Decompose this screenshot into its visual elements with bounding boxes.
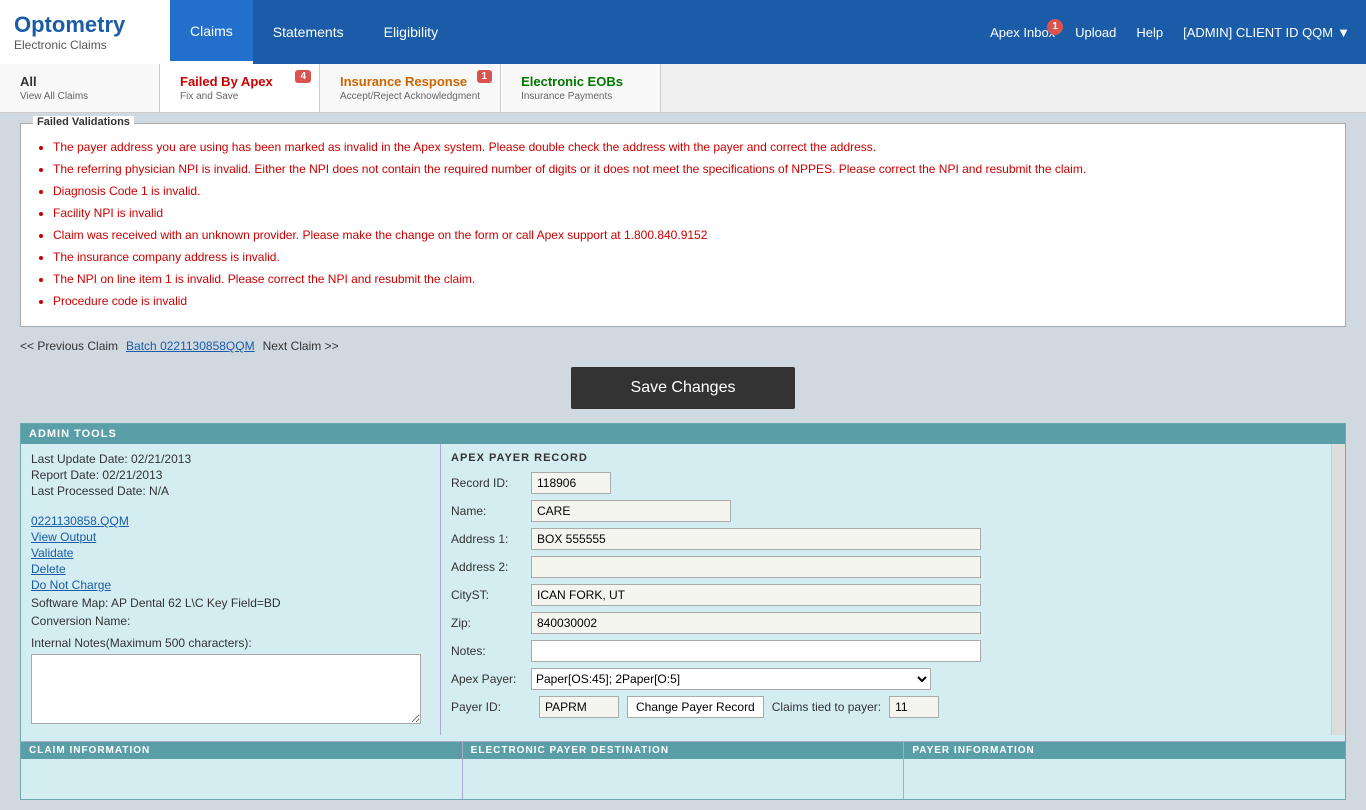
- list-item: Claim was received with an unknown provi…: [53, 226, 1333, 244]
- admin-nav[interactable]: [ADMIN] CLIENT ID QQM ▼: [1183, 25, 1350, 40]
- main-content: Failed Validations The payer address you…: [0, 113, 1366, 810]
- notes-label: Notes:: [451, 644, 531, 658]
- zip-row: Zip:: [451, 612, 1321, 634]
- address1-row: Address 1:: [451, 528, 1321, 550]
- nav-claims[interactable]: Claims: [170, 0, 253, 64]
- tab-failed[interactable]: Failed By Apex Fix and Save 4: [160, 64, 320, 112]
- tabs: All View All Claims Failed By Apex Fix a…: [0, 64, 1366, 113]
- list-item: Procedure code is invalid: [53, 292, 1333, 310]
- insurance-badge: 1: [477, 70, 493, 83]
- list-item: The payer address you are using has been…: [53, 138, 1333, 156]
- address2-row: Address 2:: [451, 556, 1321, 578]
- apex-payer-label: Apex Payer:: [451, 672, 531, 686]
- payer-info-header: PAYER INFORMATION: [904, 742, 1345, 759]
- electronic-payer-content: [463, 759, 904, 799]
- claim-info-content: [21, 759, 462, 799]
- list-item: Facility NPI is invalid: [53, 204, 1333, 222]
- list-item: The referring physician NPI is invalid. …: [53, 160, 1333, 178]
- zip-label: Zip:: [451, 616, 531, 630]
- name-input[interactable]: [531, 500, 731, 522]
- apex-payer-header: APEX PAYER RECORD: [451, 452, 1321, 464]
- address1-input[interactable]: [531, 528, 981, 550]
- logo: Optometry Electronic Claims: [0, 0, 170, 64]
- logo-title: Optometry: [14, 12, 156, 38]
- batch-link[interactable]: Batch 0221130858QQM: [126, 339, 255, 353]
- nav-eligibility[interactable]: Eligibility: [364, 0, 458, 64]
- report-date: Report Date: 02/21/2013: [31, 468, 430, 482]
- bottom-panels: CLAIM INFORMATION ELECTRONIC PAYER DESTI…: [21, 741, 1345, 799]
- validations-box: Failed Validations The payer address you…: [20, 123, 1346, 327]
- next-claim[interactable]: Next Claim >>: [263, 339, 339, 353]
- admin-link-output[interactable]: View Output: [31, 530, 430, 544]
- conversion-name: Conversion Name:: [31, 614, 430, 628]
- cityst-row: CityST:: [451, 584, 1321, 606]
- payer-id-row: Payer ID: Change Payer Record Claims tie…: [451, 696, 1321, 718]
- claims-tied-input: [889, 696, 939, 718]
- payer-id-input[interactable]: [539, 696, 619, 718]
- admin-tools-header: ADMIN TOOLS: [21, 424, 1345, 444]
- payer-id-label: Payer ID:: [451, 700, 531, 714]
- list-item: The insurance company address is invalid…: [53, 248, 1333, 266]
- notes-input[interactable]: [531, 640, 981, 662]
- record-id-row: Record ID:: [451, 472, 1321, 494]
- scrollbar[interactable]: [1331, 444, 1345, 735]
- cityst-input[interactable]: [531, 584, 981, 606]
- claim-navigation: << Previous Claim Batch 0221130858QQM Ne…: [20, 339, 1346, 353]
- apex-payer-row: Apex Payer: Paper[OS:45]; 2Paper[O:5]: [451, 668, 1321, 690]
- logo-sub: Electronic Claims: [14, 38, 156, 52]
- name-label: Name:: [451, 504, 531, 518]
- tab-all[interactable]: All View All Claims: [0, 64, 160, 112]
- admin-body: Last Update Date: 02/21/2013 Report Date…: [21, 444, 1345, 735]
- change-payer-button[interactable]: Change Payer Record: [627, 696, 764, 718]
- list-item: The NPI on line item 1 is invalid. Pleas…: [53, 270, 1333, 288]
- internal-notes-label: Internal Notes(Maximum 500 characters):: [31, 636, 430, 650]
- failed-badge: 4: [295, 70, 311, 83]
- validations-list: The payer address you are using has been…: [33, 138, 1333, 310]
- zip-input[interactable]: [531, 612, 981, 634]
- electronic-payer-panel: ELECTRONIC PAYER DESTINATION: [462, 742, 904, 799]
- admin-link-donotcharge[interactable]: Do Not Charge: [31, 578, 430, 592]
- claim-info-panel: CLAIM INFORMATION: [21, 742, 462, 799]
- claim-info-header: CLAIM INFORMATION: [21, 742, 462, 759]
- nav-area: Claims Statements Eligibility Apex Inbox…: [170, 0, 1366, 64]
- electronic-payer-header: ELECTRONIC PAYER DESTINATION: [463, 742, 904, 759]
- save-btn-wrapper: Save Changes: [20, 367, 1346, 409]
- address2-label: Address 2:: [451, 560, 531, 574]
- apex-payer-panel: APEX PAYER RECORD Record ID: Name: Addre…: [441, 444, 1331, 735]
- internal-notes-textarea[interactable]: [31, 654, 421, 724]
- payer-info-panel: PAYER INFORMATION: [903, 742, 1345, 799]
- claims-tied-label: Claims tied to payer:: [772, 700, 881, 714]
- upload-nav[interactable]: Upload: [1075, 25, 1116, 40]
- apex-inbox-nav[interactable]: Apex Inbox 1: [990, 25, 1055, 40]
- payer-info-content: [904, 759, 1345, 799]
- nav-statements[interactable]: Statements: [253, 0, 364, 64]
- apex-inbox-badge: 1: [1047, 19, 1063, 35]
- help-nav[interactable]: Help: [1136, 25, 1163, 40]
- header: Optometry Electronic Claims Claims State…: [0, 0, 1366, 64]
- admin-link-delete[interactable]: Delete: [31, 562, 430, 576]
- admin-dropdown-icon: ▼: [1337, 25, 1350, 40]
- record-id-input[interactable]: [531, 472, 611, 494]
- address1-label: Address 1:: [451, 532, 531, 546]
- prev-claim[interactable]: << Previous Claim: [20, 339, 118, 353]
- tab-insurance[interactable]: Insurance Response Accept/Reject Acknowl…: [320, 64, 501, 112]
- admin-left-panel: Last Update Date: 02/21/2013 Report Date…: [21, 444, 441, 735]
- save-changes-button[interactable]: Save Changes: [571, 367, 796, 409]
- admin-link-validate[interactable]: Validate: [31, 546, 430, 560]
- list-item: Diagnosis Code 1 is invalid.: [53, 182, 1333, 200]
- validations-title: Failed Validations: [33, 116, 134, 128]
- notes-row: Notes:: [451, 640, 1321, 662]
- tab-eob[interactable]: Electronic EOBs Insurance Payments: [501, 64, 661, 112]
- nav-right: Apex Inbox 1 Upload Help [ADMIN] CLIENT …: [990, 0, 1366, 64]
- name-row: Name:: [451, 500, 1321, 522]
- admin-link-claim[interactable]: 0221130858.QQM: [31, 514, 430, 528]
- software-map: Software Map: AP Dental 62 L\C Key Field…: [31, 596, 430, 610]
- address2-input[interactable]: [531, 556, 981, 578]
- last-update-date: Last Update Date: 02/21/2013: [31, 452, 430, 466]
- apex-payer-select[interactable]: Paper[OS:45]; 2Paper[O:5]: [531, 668, 931, 690]
- admin-tools-section: ADMIN TOOLS Last Update Date: 02/21/2013…: [20, 423, 1346, 800]
- record-id-label: Record ID:: [451, 476, 531, 490]
- last-processed-date: Last Processed Date: N/A: [31, 484, 430, 498]
- cityst-label: CityST:: [451, 588, 531, 602]
